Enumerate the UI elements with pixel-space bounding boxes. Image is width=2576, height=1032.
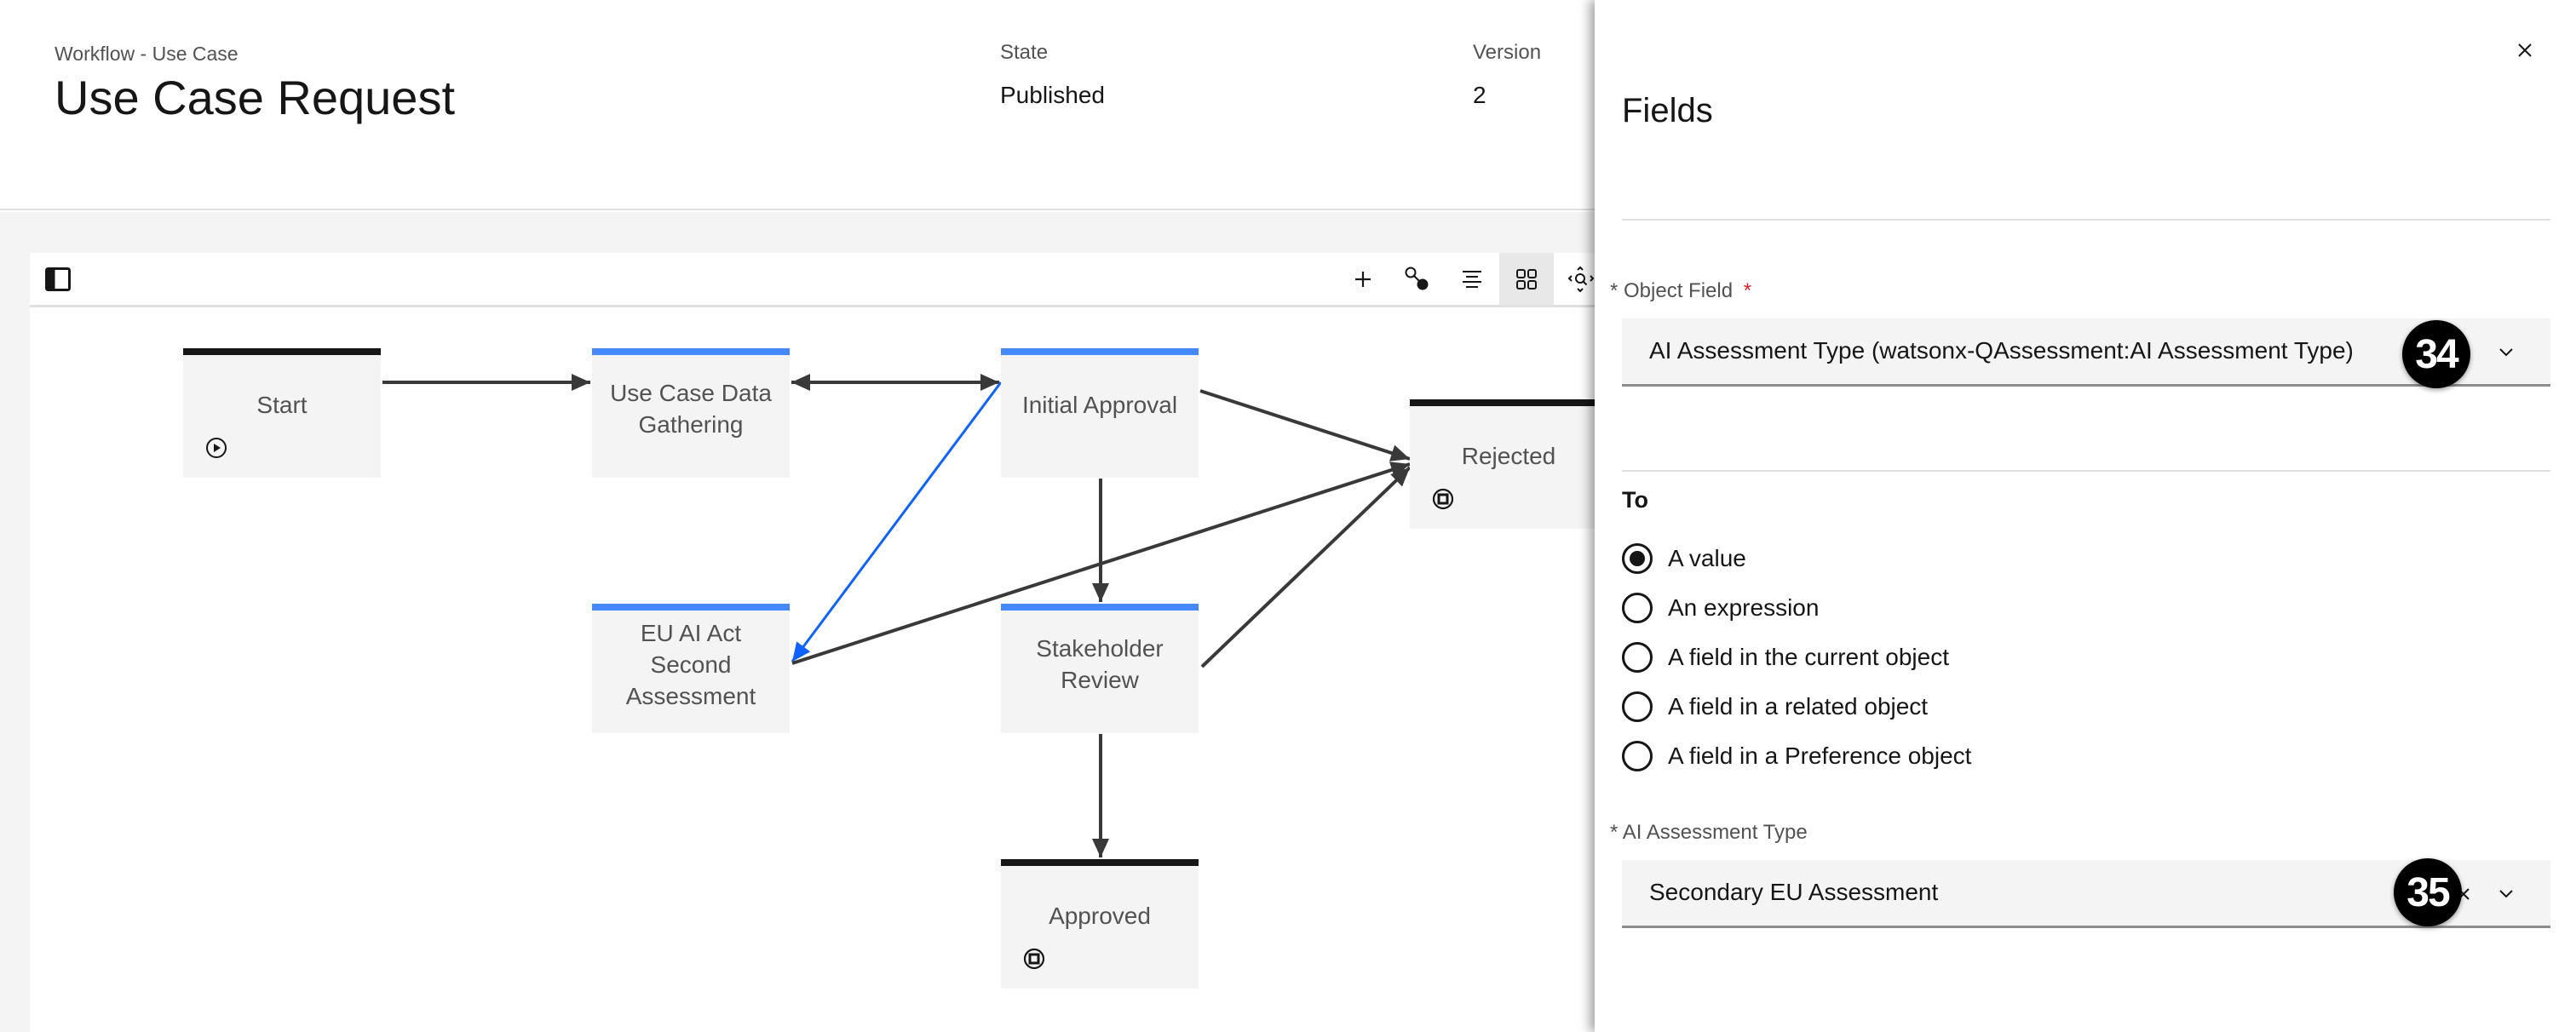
node-start[interactable]: Start: [183, 348, 381, 478]
required-marker: *: [1610, 821, 1619, 844]
assessment-type-label: * AI Assessment Type: [1610, 821, 1808, 845]
close-button[interactable]: [2512, 39, 2538, 65]
workflow-canvas[interactable]: Start Use Case Data Gathering Initial Ap…: [30, 253, 1648, 1032]
arrowhead: [791, 374, 810, 391]
arrowhead: [1389, 444, 1410, 462]
radio-field-current-object[interactable]: A field in the current object: [1622, 640, 1949, 674]
node-use-case-data-gathering[interactable]: Use Case Data Gathering: [592, 348, 790, 478]
assessment-type-label-text: AI Assessment Type: [1622, 821, 1808, 844]
radio-button[interactable]: [1622, 593, 1653, 623]
version-meta: Version 2: [1473, 41, 1541, 109]
state-meta: State Published: [1000, 41, 1105, 109]
annotation-badge: 34: [2402, 320, 2470, 388]
radio-label: A field in the current object: [1668, 644, 1949, 670]
node-label: Start: [256, 392, 308, 418]
radio-button[interactable]: [1622, 691, 1653, 722]
state-value: Published: [1000, 82, 1105, 108]
edge-initial-to-euai[interactable]: [791, 381, 1003, 662]
assessment-type-value: Secondary EU Assessment: [1649, 879, 1939, 905]
object-field-value: AI Assessment Type (watsonx-QAssessment:…: [1649, 337, 2354, 364]
radio-label: A value: [1668, 545, 1746, 571]
node-label: Rejected: [1461, 443, 1556, 469]
node-stakeholder-review[interactable]: Stakeholder Review: [1001, 604, 1199, 733]
page-title: Use Case Request: [55, 71, 456, 124]
radio-an-expression[interactable]: An expression: [1622, 591, 1819, 625]
radio-field-preference-object[interactable]: A field in a Preference object: [1622, 739, 1971, 773]
arrowhead: [1092, 583, 1109, 602]
workflow-diagram: Start Use Case Data Gathering Initial Ap…: [30, 253, 1648, 1032]
arrowhead: [1092, 839, 1109, 857]
node-label: Initial Approval: [1021, 392, 1178, 418]
state-label: State: [1000, 41, 1049, 64]
node-initial-approval[interactable]: Initial Approval: [1001, 348, 1199, 478]
radio-button[interactable]: [1622, 741, 1653, 771]
chevron-down-icon[interactable]: [2498, 344, 2515, 361]
radio-field-related-object[interactable]: A field in a related object: [1622, 690, 1928, 724]
radio-a-value[interactable]: A value: [1622, 542, 1746, 576]
object-field-label-text: Object Field: [1624, 279, 1734, 302]
required-asterisk: *: [1743, 279, 1752, 302]
fields-panel: Fields * Object Field * AI Assessment Ty…: [1595, 0, 2576, 1032]
breadcrumb[interactable]: Workflow - Use Case: [55, 43, 239, 66]
required-marker: *: [1610, 279, 1619, 302]
node-label: Use Case Data Gathering: [610, 380, 772, 438]
arrowhead: [572, 374, 590, 391]
version-value: 2: [1473, 82, 1486, 108]
node-rejected[interactable]: Rejected: [1410, 399, 1607, 529]
node-label: EU AI Act Second Assessment: [625, 620, 756, 709]
play-icon: [205, 437, 227, 459]
node-approved[interactable]: Approved: [1001, 859, 1199, 989]
annotation-badge: 35: [2394, 858, 2462, 926]
edge-initial-to-rejected[interactable]: [1199, 389, 1411, 461]
radio-label: A field in a Preference object: [1668, 742, 1972, 769]
chevron-down-icon[interactable]: [2498, 886, 2515, 903]
divider: [1622, 470, 2550, 472]
node-eu-ai-act-second-assessment[interactable]: EU AI Act Second Assessment: [592, 604, 790, 733]
node-label: Approved: [1049, 903, 1151, 929]
radio-label: An expression: [1668, 594, 1820, 621]
close-icon: [2516, 42, 2533, 62]
divider: [1622, 219, 2550, 221]
to-label: To: [1622, 487, 1648, 513]
stop-icon: [1023, 948, 1045, 970]
version-label: Version: [1473, 41, 1542, 64]
radio-checked-dot: [1630, 551, 1645, 566]
radio-button[interactable]: [1622, 642, 1653, 673]
node-label: Stakeholder Review: [1036, 635, 1164, 693]
stop-icon: [1432, 488, 1454, 510]
panel-title: Fields: [1622, 92, 1713, 129]
object-field-label: * Object Field *: [1610, 279, 1751, 303]
radio-button[interactable]: [1622, 543, 1653, 574]
radio-label: A field in a related object: [1668, 693, 1929, 720]
